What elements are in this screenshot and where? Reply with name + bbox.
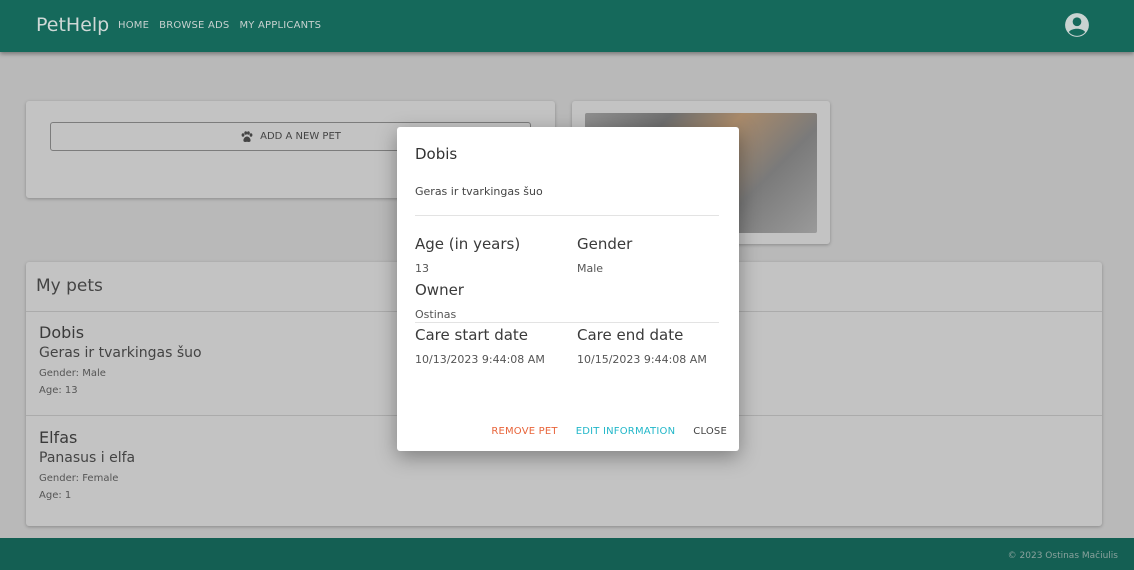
gender-value: Male xyxy=(577,262,604,275)
dialog-description: Geras ir tvarkingas šuo xyxy=(415,185,543,198)
pet-details-dialog: Dobis Geras ir tvarkingas šuo Age (in ye… xyxy=(397,127,739,451)
care-end-value: 10/15/2023 9:44:08 AM xyxy=(577,353,707,366)
close-button[interactable]: CLOSE xyxy=(693,426,727,437)
gender-label: Gender xyxy=(577,235,633,253)
gender-field: Gender Male xyxy=(577,235,632,278)
edit-information-button[interactable]: EDIT INFORMATION xyxy=(576,426,676,437)
care-start-field: Care start date 10/13/2023 9:44:08 AM xyxy=(415,326,565,369)
care-start-value: 10/13/2023 9:44:08 AM xyxy=(415,353,545,366)
remove-pet-button[interactable]: REMOVE PET xyxy=(491,426,557,437)
age-label: Age (in years) xyxy=(415,235,521,253)
dialog-title: Dobis xyxy=(415,145,458,163)
care-end-field: Care end date 10/15/2023 9:44:08 AM xyxy=(577,326,727,369)
age-value: 13 xyxy=(415,262,429,275)
care-end-label: Care end date xyxy=(577,326,684,344)
dialog-actions: REMOVE PET EDIT INFORMATION CLOSE xyxy=(491,426,727,437)
divider xyxy=(415,322,719,323)
care-start-label: Care start date xyxy=(415,326,529,344)
owner-label: Owner xyxy=(415,281,464,299)
age-field: Age (in years) 13 xyxy=(415,235,520,278)
divider xyxy=(415,215,719,216)
owner-field: Owner Ostinas xyxy=(415,281,464,324)
